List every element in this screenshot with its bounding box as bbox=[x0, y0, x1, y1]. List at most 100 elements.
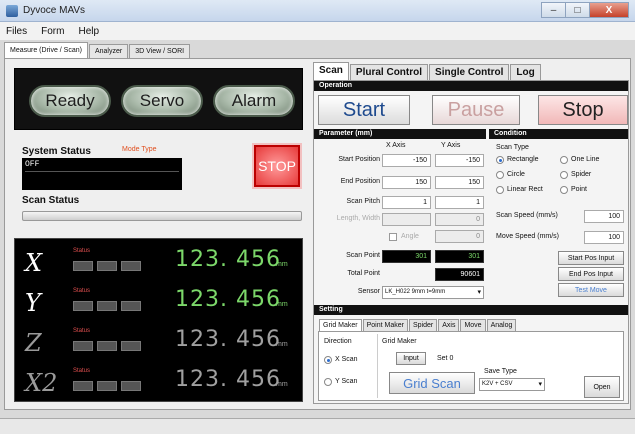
start-y-field[interactable]: -150 bbox=[435, 154, 484, 167]
lamp-panel: Ready Servo Alarm bbox=[14, 68, 303, 130]
scan-point-y: 301 bbox=[435, 250, 484, 263]
total-point-value: 90601 bbox=[435, 268, 484, 281]
axis-indicator bbox=[73, 381, 93, 391]
stop-button[interactable]: Stop bbox=[538, 95, 628, 125]
scan-point-x: 301 bbox=[382, 250, 431, 263]
start-x-field[interactable]: -150 bbox=[382, 154, 431, 167]
servo-lamp[interactable]: Servo bbox=[121, 85, 203, 117]
point-radio[interactable] bbox=[560, 186, 568, 194]
set-zero-label: Set 0 bbox=[437, 355, 454, 362]
alarm-lamp[interactable]: Alarm bbox=[213, 85, 295, 117]
x-scan-label: X Scan bbox=[335, 356, 358, 363]
axis-indicator bbox=[121, 301, 141, 311]
axis-status-label: Status bbox=[73, 368, 91, 374]
tab-analog[interactable]: Analog bbox=[486, 319, 517, 331]
menu-files[interactable]: Files bbox=[6, 26, 27, 37]
operation-header: Operation bbox=[314, 81, 628, 91]
axes-panel: X Status 123. 456 mm Y Status 123. 456 m… bbox=[14, 238, 303, 402]
width-field: 0 bbox=[435, 213, 484, 226]
pitch-x-field[interactable]: 1 bbox=[382, 196, 431, 209]
setting-tabs: Grid Maker Point Maker Spider Axis Move … bbox=[319, 319, 517, 331]
axis-indicator bbox=[121, 261, 141, 271]
open-button[interactable]: Open bbox=[584, 376, 620, 398]
angle-label: Angle bbox=[401, 233, 419, 240]
status-bar bbox=[0, 418, 635, 434]
scan-speed-field[interactable]: 100 bbox=[584, 210, 624, 223]
axis-name: Z bbox=[25, 329, 42, 357]
sensor-label: Sensor bbox=[357, 288, 380, 295]
move-speed-field[interactable]: 100 bbox=[584, 231, 624, 244]
rectangle-radio[interactable] bbox=[496, 156, 504, 164]
tab-axis[interactable]: Axis bbox=[438, 319, 460, 331]
menu-form[interactable]: Form bbox=[41, 26, 64, 37]
tab-single-control[interactable]: Single Control bbox=[429, 64, 510, 80]
axis-indicator bbox=[97, 381, 117, 391]
end-x-field[interactable]: 150 bbox=[382, 176, 431, 189]
tab-log[interactable]: Log bbox=[510, 64, 541, 80]
pitch-y-field[interactable]: 1 bbox=[435, 196, 484, 209]
minimize-icon[interactable]: – bbox=[541, 2, 565, 18]
control-tabs: Scan Plural Control Single Control Log bbox=[313, 62, 542, 80]
tab-analyzer[interactable]: Analyzer bbox=[88, 44, 129, 58]
divider bbox=[377, 334, 378, 398]
tab-3d-view[interactable]: 3D View / SORI bbox=[129, 44, 191, 58]
maximize-icon[interactable]: □ bbox=[565, 2, 589, 18]
spider-label: Spider bbox=[571, 171, 592, 178]
spider-radio[interactable] bbox=[560, 171, 568, 179]
axis-value: 123. 456 bbox=[175, 367, 281, 392]
tab-plural-control[interactable]: Plural Control bbox=[349, 64, 429, 80]
chevron-down-icon: ▾ bbox=[538, 381, 542, 388]
axis-indicator bbox=[97, 261, 117, 271]
move-speed-label: Move Speed (mm/s) bbox=[496, 233, 560, 240]
scan-speed-label: Scan Speed (mm/s) bbox=[496, 212, 558, 219]
tab-grid-maker[interactable]: Grid Maker bbox=[319, 319, 362, 331]
sensor-select[interactable]: LK_H022 9mm t=9mm ▾ bbox=[382, 286, 484, 299]
linear-rect-label: Linear Rect bbox=[507, 186, 543, 193]
emergency-stop-button[interactable]: STOP bbox=[254, 145, 300, 187]
x-scan-radio[interactable] bbox=[324, 356, 332, 364]
grid-maker-label: Grid Maker bbox=[382, 338, 417, 345]
angle-field: 0 bbox=[435, 230, 484, 243]
save-type-select[interactable]: K2V + CSV ▾ bbox=[479, 378, 545, 391]
axis-row-x: X Status 123. 456 mm bbox=[15, 241, 304, 281]
window-controls: – □ X bbox=[541, 2, 629, 18]
pause-button[interactable]: Pause bbox=[432, 95, 520, 125]
end-y-field[interactable]: 150 bbox=[435, 176, 484, 189]
close-icon[interactable]: X bbox=[589, 2, 629, 18]
scan-panel: Operation Start Pause Stop Parameter (mm… bbox=[313, 80, 629, 404]
axis-name: X bbox=[25, 249, 43, 277]
axis-indicator bbox=[97, 341, 117, 351]
save-type-value: K2V + CSV bbox=[482, 381, 513, 387]
menu-help[interactable]: Help bbox=[78, 26, 99, 37]
axis-value: 123. 456 bbox=[175, 327, 281, 352]
chevron-down-icon: ▾ bbox=[477, 289, 481, 296]
scan-type-label: Scan Type bbox=[496, 144, 529, 151]
y-scan-radio[interactable] bbox=[324, 378, 332, 386]
window-title: Dyvoce MAVs bbox=[23, 5, 86, 16]
tab-point-maker[interactable]: Point Maker bbox=[362, 319, 408, 331]
circle-radio[interactable] bbox=[496, 171, 504, 179]
rectangle-label: Rectangle bbox=[507, 156, 539, 163]
grid-maker-panel: Direction X Scan Y Scan Grid Maker Input… bbox=[318, 331, 624, 401]
start-button[interactable]: Start bbox=[318, 95, 410, 125]
end-pos-input-button[interactable]: End Pos Input bbox=[558, 267, 624, 281]
axis-indicator bbox=[121, 381, 141, 391]
tab-measure[interactable]: Measure (Drive / Scan) bbox=[4, 42, 88, 58]
start-pos-input-button[interactable]: Start Pos Input bbox=[558, 251, 624, 265]
axis-row-z: Z Status 123. 456 mm bbox=[15, 321, 304, 361]
axis-unit: mm bbox=[276, 341, 288, 348]
linear-rect-radio[interactable] bbox=[496, 186, 504, 194]
test-move-button[interactable]: Test Move bbox=[558, 283, 624, 297]
one-line-label: One Line bbox=[571, 156, 600, 163]
tab-move[interactable]: Move bbox=[460, 319, 486, 331]
y-axis-header: Y Axis bbox=[441, 142, 461, 149]
scan-point-label: Scan Point bbox=[346, 252, 380, 259]
ready-lamp: Ready bbox=[29, 85, 111, 117]
direction-label: Direction bbox=[324, 338, 352, 345]
tab-scan[interactable]: Scan bbox=[313, 62, 349, 80]
input-button[interactable]: Input bbox=[396, 352, 426, 365]
grid-scan-button[interactable]: Grid Scan bbox=[389, 372, 475, 394]
tab-spider[interactable]: Spider bbox=[408, 319, 438, 331]
one-line-radio[interactable] bbox=[560, 156, 568, 164]
angle-checkbox[interactable] bbox=[389, 233, 397, 241]
